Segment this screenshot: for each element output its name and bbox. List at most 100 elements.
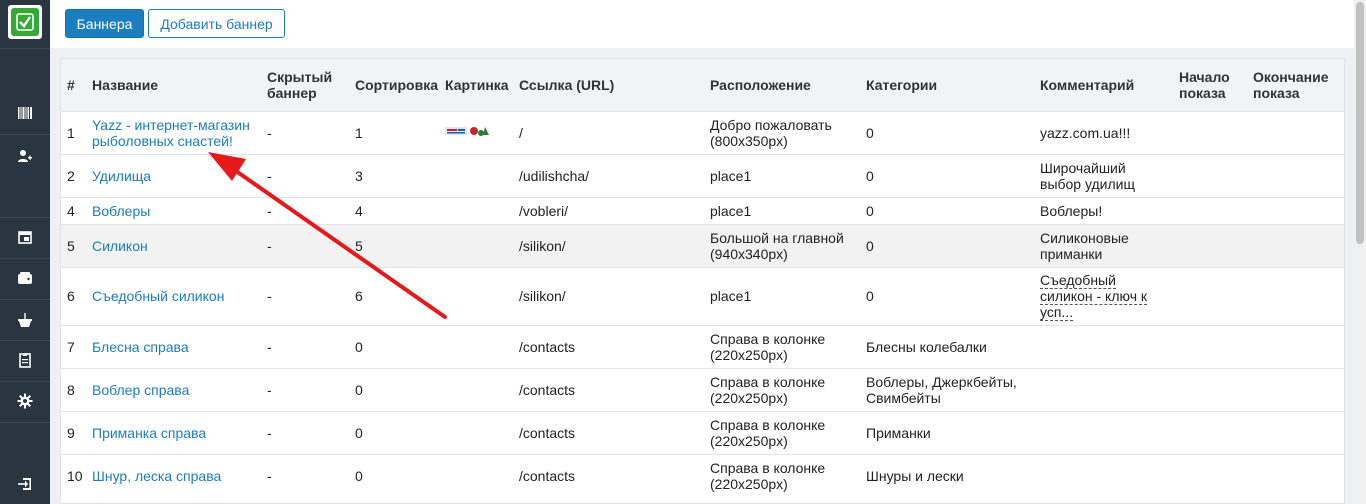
clipboard-icon[interactable] xyxy=(0,341,50,379)
row-position: Справа в колонке (220x250px) xyxy=(704,453,860,497)
row-hidden: - xyxy=(261,110,349,154)
row-categories: 0 xyxy=(860,153,1034,197)
row-comment: yazz.com.ua!!! xyxy=(1034,110,1173,154)
col-name[interactable]: Название xyxy=(86,59,261,111)
col-image[interactable]: Картинка xyxy=(439,59,513,111)
banner-name-link[interactable]: Съедобный силикон xyxy=(92,288,224,304)
col-end[interactable]: Окончание показа xyxy=(1247,59,1344,111)
row-sort: 3 xyxy=(349,153,439,197)
row-url: /contacts xyxy=(513,410,704,454)
banner-name-link[interactable]: Приманка справа xyxy=(92,425,206,441)
row-url: /contacts xyxy=(513,324,704,368)
table-row: 8 Воблер справа - 0 /contacts Справа в к… xyxy=(61,367,1344,411)
row-hidden: - xyxy=(261,324,349,368)
banner-thumbnail[interactable] xyxy=(445,123,493,139)
table-row: 9 Приманка справа - 0 /contacts Справа в… xyxy=(61,410,1344,454)
table-row: 1 Yazz - интернет-магазин рыболовных сна… xyxy=(61,110,1344,154)
banner-name-link[interactable]: Удилища xyxy=(92,168,151,184)
col-position[interactable]: Расположение xyxy=(704,59,860,111)
row-num: 10 xyxy=(61,453,86,497)
row-categories: Воблеры, Джеркбейты, Свимбейты xyxy=(860,367,1034,411)
row-comment xyxy=(1034,410,1173,454)
row-comment xyxy=(1034,324,1173,368)
row-num: 1 xyxy=(61,110,86,154)
row-num: 9 xyxy=(61,410,86,454)
row-num: 8 xyxy=(61,367,86,411)
top-toolbar: Баннера Добавить баннер xyxy=(50,0,1366,48)
gear-icon[interactable] xyxy=(0,382,50,420)
col-sort[interactable]: Сортировка xyxy=(349,59,439,111)
banner-name-link[interactable]: Шнур, леска справа xyxy=(92,468,221,484)
table-row: 5 Силикон - 5 /silikon/ Большой на главн… xyxy=(61,223,1344,267)
row-hidden: - xyxy=(261,453,349,497)
sidebar xyxy=(0,0,50,504)
add-banner-button[interactable]: Добавить баннер xyxy=(148,9,285,38)
wallet-icon[interactable] xyxy=(0,259,50,297)
col-hidden[interactable]: Скрытый баннер xyxy=(261,59,349,111)
basket-icon[interactable] xyxy=(0,301,50,339)
row-position: place1 xyxy=(704,196,860,224)
banner-name-link[interactable]: Yazz - интернет-магазин рыболовных снаст… xyxy=(92,117,250,149)
row-sort: 0 xyxy=(349,367,439,411)
barcode-icon[interactable] xyxy=(0,94,50,132)
row-position: Справа в колонке (220x250px) xyxy=(704,410,860,454)
calendar-icon[interactable] xyxy=(0,218,50,256)
table-header-row: # Название Скрытый баннер Сортировка Кар… xyxy=(61,59,1344,111)
row-categories: 0 xyxy=(860,223,1034,267)
row-url: /silikon/ xyxy=(513,266,704,325)
row-categories: Приманки xyxy=(860,410,1034,454)
row-categories: 0 xyxy=(860,110,1034,154)
row-position: Добро пожаловать (800x350px) xyxy=(704,110,860,154)
row-categories: Блесны колебалки xyxy=(860,324,1034,368)
row-num: 2 xyxy=(61,153,86,197)
row-url: /vobleri/ xyxy=(513,196,704,224)
row-comment-tooltip[interactable]: Съедобный силикон - ключ к усп... xyxy=(1040,272,1148,321)
banner-name-link[interactable]: Силикон xyxy=(92,238,148,254)
row-position: place1 xyxy=(704,153,860,197)
col-categories[interactable]: Категории xyxy=(860,59,1034,111)
row-url: /udilishcha/ xyxy=(513,153,704,197)
row-categories: 0 xyxy=(860,266,1034,325)
row-hidden: - xyxy=(261,367,349,411)
row-comment: Силиконовые приманки xyxy=(1034,223,1173,267)
banner-name-link[interactable]: Воблеры xyxy=(92,203,150,219)
row-position: Справа в колонке (220x250px) xyxy=(704,367,860,411)
row-url: /contacts xyxy=(513,367,704,411)
row-hidden: - xyxy=(261,196,349,224)
row-sort: 6 xyxy=(349,266,439,325)
table-row: 7 Блесна справа - 0 /contacts Справа в к… xyxy=(61,324,1344,368)
row-sort: 0 xyxy=(349,324,439,368)
row-position: Справа в колонке (220x250px) xyxy=(704,324,860,368)
row-sort: 0 xyxy=(349,410,439,454)
row-num: 6 xyxy=(61,266,86,325)
scrollbar-thumb[interactable] xyxy=(1356,2,1364,244)
table-row: 4 Воблеры - 4 /vobleri/ place1 0 Воблеры… xyxy=(61,196,1344,224)
row-url: / xyxy=(513,110,704,154)
logout-icon[interactable] xyxy=(0,465,50,503)
table-row: 10 Шнур, леска справа - 0 /contacts Спра… xyxy=(61,453,1344,497)
table-row: 6 Съедобный силикон - 6 /silikon/ place1… xyxy=(61,266,1344,325)
banner-name-link[interactable]: Блесна справа xyxy=(92,339,189,355)
row-hidden: - xyxy=(261,410,349,454)
col-url[interactable]: Ссылка (URL) xyxy=(513,59,704,111)
banners-button[interactable]: Баннера xyxy=(65,9,144,38)
user-add-icon[interactable] xyxy=(0,137,50,175)
page-scrollbar[interactable] xyxy=(1354,0,1366,504)
app-logo[interactable] xyxy=(8,5,42,39)
table-row: 2 Удилища - 3 /udilishcha/ place1 0 Широ… xyxy=(61,153,1344,197)
row-hidden: - xyxy=(261,223,349,267)
banner-name-link[interactable]: Воблер справа xyxy=(92,382,189,398)
row-comment: Воблеры! xyxy=(1034,196,1173,224)
col-start[interactable]: Начало показа xyxy=(1173,59,1247,111)
row-categories: Шнуры и лески xyxy=(860,453,1034,497)
row-comment xyxy=(1034,453,1173,497)
row-comment xyxy=(1034,367,1173,411)
row-num: 4 xyxy=(61,196,86,224)
col-num[interactable]: # xyxy=(61,59,86,111)
row-url: /silikon/ xyxy=(513,223,704,267)
row-position: Большой на главной (940x340px) xyxy=(704,223,860,267)
row-sort: 0 xyxy=(349,453,439,497)
banners-table: # Название Скрытый баннер Сортировка Кар… xyxy=(60,58,1345,504)
row-sort: 4 xyxy=(349,196,439,224)
col-comment[interactable]: Комментарий xyxy=(1034,59,1173,111)
